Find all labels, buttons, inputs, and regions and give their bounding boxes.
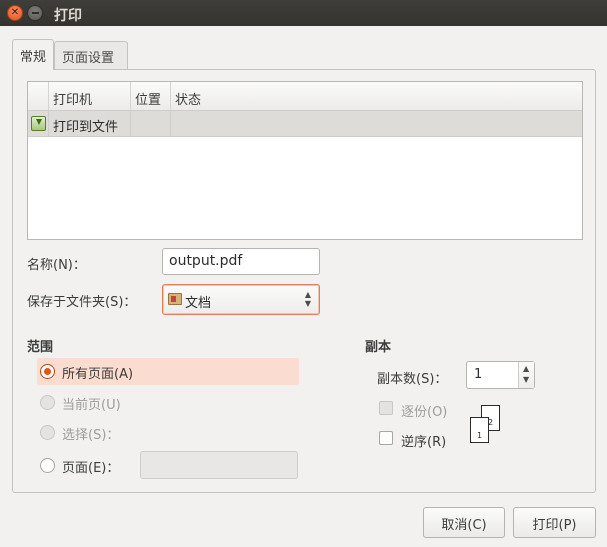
radio-current-page bbox=[40, 395, 55, 410]
printer-location bbox=[130, 111, 170, 137]
copies-count-label: 副本数(S)： bbox=[377, 372, 448, 387]
folder-select[interactable]: 文档 ▲ ▼ bbox=[162, 284, 320, 315]
updown-chevron-icon: ▲ ▼ bbox=[304, 290, 311, 308]
printer-list[interactable]: 打印机 位置 状态 打印到文件 bbox=[27, 81, 583, 240]
page-sheet-front: 1 bbox=[470, 417, 489, 443]
cancel-button[interactable]: 取消(C) bbox=[423, 507, 505, 538]
header-icon-column[interactable] bbox=[28, 82, 48, 110]
collate-checkbox bbox=[379, 401, 393, 415]
collate-label: 逐份(O) bbox=[401, 405, 448, 420]
printer-name: 打印到文件 bbox=[48, 111, 130, 137]
folder-select-value: 文档 bbox=[185, 296, 212, 311]
range-option-pages[interactable]: 页面(E)： bbox=[37, 452, 137, 479]
printer-list-header: 打印机 位置 状态 bbox=[28, 82, 582, 111]
range-option-selection: 选择(S)： bbox=[37, 419, 299, 446]
folder-icon bbox=[168, 293, 182, 305]
column-header-printer[interactable]: 打印机 bbox=[48, 82, 130, 110]
radio-label-current-page: 当前页(U) bbox=[62, 398, 121, 413]
radio-selection bbox=[40, 425, 55, 440]
radio-label-all-pages: 所有页面(A) bbox=[62, 367, 134, 382]
range-option-all[interactable]: 所有页面(A) bbox=[37, 358, 299, 385]
print-button[interactable]: 打印(P) bbox=[513, 507, 596, 538]
filename-input[interactable]: output.pdf bbox=[162, 248, 320, 275]
reverse-label: 逆序(R) bbox=[401, 435, 447, 450]
tab-page-setup[interactable]: 页面设置 bbox=[54, 41, 128, 69]
copies-count-value: 1 bbox=[474, 367, 483, 382]
radio-label-pages: 页面(E)： bbox=[62, 461, 120, 476]
column-header-status[interactable]: 状态 bbox=[170, 82, 370, 110]
title-bar: ✕ 打印 bbox=[0, 0, 607, 26]
print-to-file-icon bbox=[31, 116, 46, 131]
column-header-location[interactable]: 位置 bbox=[130, 82, 170, 110]
range-section-title: 范围 bbox=[27, 340, 54, 355]
radio-label-selection: 选择(S)： bbox=[62, 428, 120, 443]
folder-label: 保存于文件夹(S)： bbox=[27, 295, 137, 310]
tab-general[interactable]: 常规 bbox=[12, 39, 54, 70]
pages-input[interactable] bbox=[140, 451, 298, 479]
copies-spinbutton[interactable]: 1 ▲ ▼ bbox=[466, 361, 535, 389]
reverse-checkbox[interactable] bbox=[379, 431, 393, 445]
collate-pages-icon: 2 1 bbox=[470, 405, 502, 445]
window-title: 打印 bbox=[54, 8, 82, 24]
printer-row-icon-cell bbox=[28, 111, 48, 137]
radio-all-pages[interactable] bbox=[40, 364, 55, 379]
range-option-current: 当前页(U) bbox=[37, 389, 299, 416]
spin-down-icon[interactable]: ▼ bbox=[523, 376, 529, 384]
minimize-icon[interactable] bbox=[27, 5, 43, 21]
printer-status bbox=[170, 111, 584, 137]
spin-up-icon[interactable]: ▲ bbox=[523, 365, 529, 373]
copies-spin-buttons[interactable]: ▲ ▼ bbox=[518, 362, 534, 388]
radio-pages[interactable] bbox=[40, 458, 55, 473]
name-label: 名称(N)： bbox=[27, 258, 86, 273]
copies-section-title: 副本 bbox=[365, 340, 392, 355]
close-icon[interactable]: ✕ bbox=[7, 5, 23, 21]
printer-row-print-to-file[interactable]: 打印到文件 bbox=[28, 111, 582, 137]
